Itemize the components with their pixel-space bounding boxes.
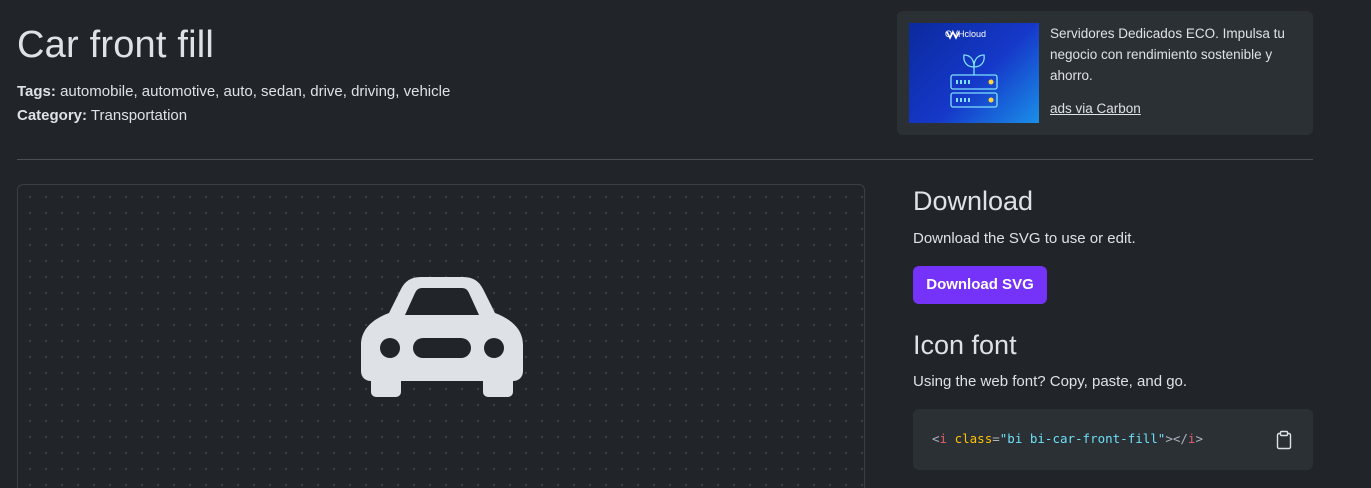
code-attr: class bbox=[954, 431, 993, 446]
icon-font-heading: Icon font bbox=[913, 330, 1017, 360]
car-front-fill-icon bbox=[361, 277, 523, 397]
code-snippet[interactable]: <i class="bi bi-car-front-fill"></i> bbox=[932, 431, 1203, 446]
category-row: Category: Transportation bbox=[17, 104, 450, 128]
code-tag: i bbox=[939, 431, 948, 446]
ad-text[interactable]: Servidores Dedicados ECO. Impulsa tu neg… bbox=[1050, 23, 1305, 86]
divider bbox=[17, 159, 1313, 160]
icon-preview bbox=[17, 184, 865, 488]
tags-value: automobile, automotive, auto, sedan, dri… bbox=[60, 83, 451, 100]
tags-label: Tags: bbox=[17, 83, 56, 100]
download-svg-button[interactable]: Download SVG bbox=[913, 266, 1047, 304]
page-title: Car front fill bbox=[17, 24, 215, 66]
category-label: Category: bbox=[17, 107, 88, 124]
code-close-open: ></ bbox=[1165, 431, 1188, 446]
code-end: > bbox=[1195, 431, 1203, 446]
ad-logo-text: OVHcloud bbox=[945, 29, 987, 39]
icon-font-description: Using the web font? Copy, paste, and go. bbox=[913, 373, 1188, 390]
tags-row: Tags: automobile, automotive, auto, seda… bbox=[17, 80, 450, 104]
icon-detail-page: Car front fill Tags: automobile, automot… bbox=[0, 0, 1371, 488]
icon-meta: Tags: automobile, automotive, auto, seda… bbox=[17, 80, 450, 128]
ad-image[interactable]: OVHcloud bbox=[909, 23, 1039, 123]
code-open-bracket: < bbox=[932, 431, 940, 446]
clipboard-icon[interactable] bbox=[1275, 430, 1293, 450]
download-heading: Download bbox=[913, 186, 1034, 216]
code-eq: = bbox=[992, 431, 1000, 446]
icon-font-code-block: <i class="bi bi-car-front-fill"></i> bbox=[913, 409, 1313, 470]
download-description: Download the SVG to use or edit. bbox=[913, 230, 1136, 247]
ads-via-carbon-link[interactable]: ads via Carbon bbox=[1050, 101, 1141, 116]
carbon-ad: OVHcloud Servidores Dedicados ECO. Impul… bbox=[897, 11, 1313, 135]
category-value: Transportation bbox=[90, 107, 188, 124]
code-value: "bi bi-car-front-fill" bbox=[999, 431, 1166, 446]
